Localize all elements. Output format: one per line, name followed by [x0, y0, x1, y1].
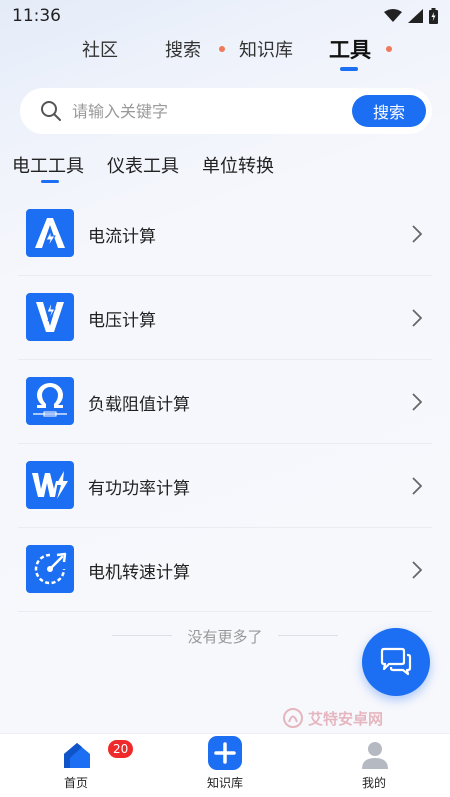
- plus-icon: [208, 736, 242, 770]
- motor-speed-icon: [26, 545, 74, 593]
- status-icons: [384, 8, 438, 24]
- subtab-electrician-tools[interactable]: 电工工具: [12, 152, 84, 178]
- subtab-active-indicator: [41, 180, 59, 183]
- tool-label: 电机转速计算: [88, 563, 190, 583]
- tab-tools-dot: [386, 46, 392, 52]
- tool-label: 有功功率计算: [88, 479, 190, 499]
- nav-label: 我的: [361, 776, 386, 790]
- tab-search-dot: [219, 46, 225, 52]
- tool-item-motor-speed[interactable]: 电机转速计算: [18, 528, 432, 612]
- wifi-icon: [384, 9, 402, 22]
- chevron-right-icon: [412, 477, 422, 495]
- tool-item-active-power[interactable]: 有功功率计算: [18, 444, 432, 528]
- tab-active-indicator: [340, 67, 358, 71]
- watermark-icon: [283, 708, 303, 728]
- notification-badge: 20: [106, 738, 136, 760]
- divider: [112, 635, 172, 636]
- signal-icon: [408, 9, 423, 23]
- tool-label: 电流计算: [88, 227, 156, 247]
- divider: [278, 635, 338, 636]
- chevron-right-icon: [412, 561, 422, 579]
- voltage-icon: [26, 293, 74, 341]
- subtab-meter-tools[interactable]: 仪表工具: [107, 152, 179, 178]
- tab-community[interactable]: 社区: [82, 36, 118, 62]
- subtab-unit-conversion[interactable]: 单位转换: [202, 152, 274, 178]
- search-icon: [41, 101, 61, 121]
- status-bar: 11:36: [0, 0, 450, 34]
- tab-knowledge[interactable]: 知识库: [239, 36, 293, 62]
- search-bar: 搜索: [20, 88, 432, 134]
- tool-label: 负载阻值计算: [88, 395, 190, 415]
- resistance-icon: [26, 377, 74, 425]
- search-input[interactable]: [72, 96, 352, 126]
- nav-home[interactable]: 20 首页: [26, 734, 136, 797]
- tool-item-voltage[interactable]: 电压计算: [18, 276, 432, 360]
- home-icon: [64, 743, 90, 768]
- no-more-text: 没有更多了: [187, 628, 263, 646]
- tool-item-current[interactable]: 电流计算: [18, 192, 432, 276]
- tool-list: 电流计算 电压计算 负载阻值计算 有功功率计算 电机转速计算: [18, 192, 432, 612]
- sub-tab-bar: 电工工具 仪表工具 单位转换: [0, 152, 450, 192]
- profile-icon: [362, 742, 388, 769]
- bottom-nav: 20 首页 知识库 我的: [0, 733, 450, 797]
- chevron-right-icon: [412, 225, 422, 243]
- nav-profile[interactable]: 我的: [324, 734, 424, 797]
- top-tab-bar: 社区 搜索 知识库 工具: [0, 36, 450, 72]
- current-icon: [26, 209, 74, 257]
- chevron-right-icon: [412, 393, 422, 411]
- tool-label: 电压计算: [88, 311, 156, 331]
- chevron-right-icon: [412, 309, 422, 327]
- watermark-logo: 艾特安卓网: [282, 707, 383, 729]
- nav-knowledge[interactable]: 知识库: [175, 734, 275, 797]
- tool-item-resistance[interactable]: 负载阻值计算: [18, 360, 432, 444]
- status-time: 11:36: [12, 6, 61, 26]
- nav-label: 知识库: [206, 776, 243, 790]
- watermark-text: 艾特安卓网: [308, 709, 384, 728]
- tab-tools[interactable]: 工具: [329, 34, 371, 64]
- search-button[interactable]: 搜索: [352, 95, 426, 127]
- chat-icon: [380, 647, 412, 676]
- power-icon: [26, 461, 74, 509]
- chat-fab-button[interactable]: [362, 628, 430, 696]
- battery-icon: [429, 8, 438, 24]
- tab-search[interactable]: 搜索: [165, 36, 201, 62]
- nav-label: 首页: [63, 776, 88, 790]
